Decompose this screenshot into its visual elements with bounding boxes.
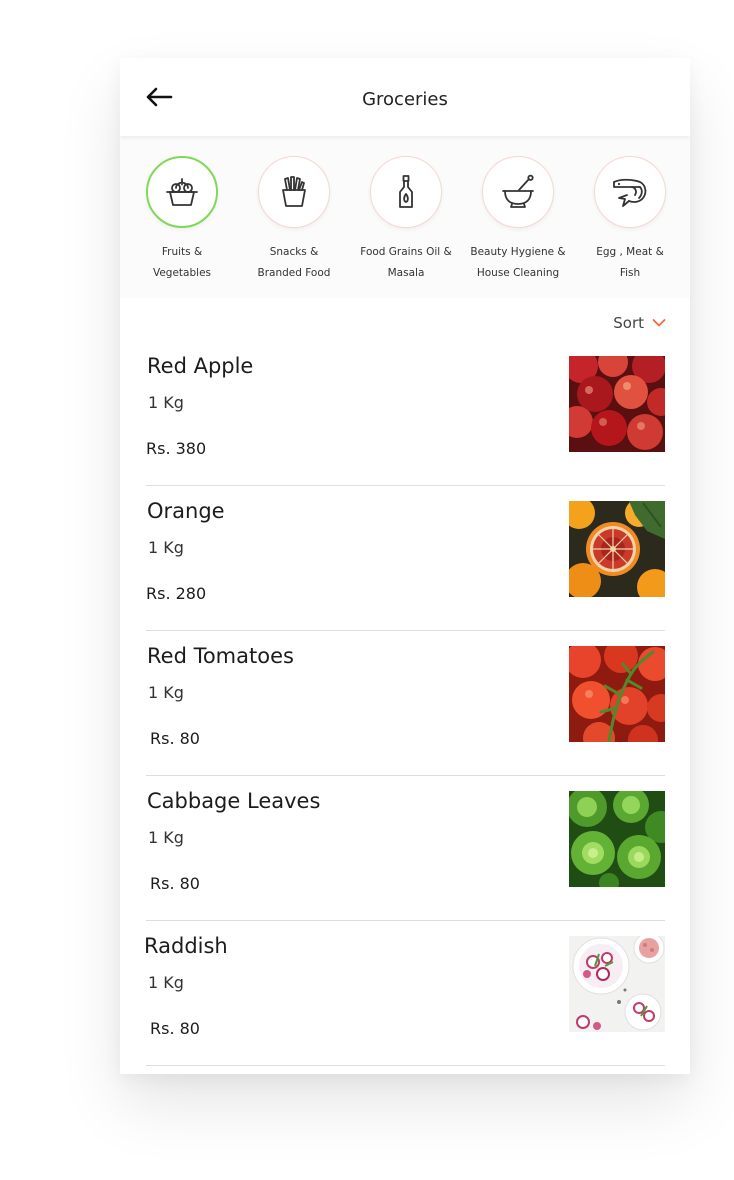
product-name: Red Apple — [147, 354, 254, 378]
category-label: Food Grains Oil & Masala — [360, 246, 452, 279]
product-name: Cabbage Leaves — [147, 789, 321, 813]
product-price: Rs. 80 — [150, 874, 200, 893]
category-icon-circle — [258, 156, 330, 228]
product-item-orange[interactable]: Orange 1 Kg Rs. 280 — [146, 486, 665, 631]
radish-image — [569, 936, 665, 1032]
category-label: Fruits & Vegetables — [152, 246, 212, 279]
top-bar: Groceries — [120, 58, 690, 136]
sort-button[interactable]: Sort — [613, 314, 666, 332]
category-label: Egg , Meat & Fish — [596, 246, 664, 279]
product-item-cabbage-leaves[interactable]: Cabbage Leaves 1 Kg Rs. 80 — [146, 776, 665, 921]
product-quantity: 1 Kg — [148, 538, 184, 557]
product-quantity: 1 Kg — [148, 393, 184, 412]
product-quantity: 1 Kg — [148, 973, 184, 992]
category-label: Beauty Hygiene & House Cleaning — [470, 246, 566, 279]
product-quantity: 1 Kg — [148, 683, 184, 702]
oil-bottle-icon — [399, 175, 413, 208]
page: Groceries Fruits & Vegetables Snacks & B… — [0, 0, 734, 1180]
product-quantity: 1 Kg — [148, 828, 184, 847]
product-price: Rs. 80 — [150, 1019, 200, 1038]
red-apples-image — [569, 356, 665, 452]
product-name: Orange — [147, 499, 225, 523]
sort-label: Sort — [613, 314, 644, 332]
category-egg-meat-fish[interactable]: Egg , Meat & Fish — [575, 156, 685, 284]
mortar-pestle-icon — [502, 174, 534, 208]
lettuce-image — [569, 791, 665, 887]
product-item-red-tomatoes[interactable]: Red Tomatoes 1 Kg Rs. 80 — [146, 631, 665, 776]
chevron-down-icon — [652, 319, 666, 327]
category-label: Snacks & Branded Food — [257, 246, 331, 279]
product-price: Rs. 380 — [146, 439, 207, 458]
app-screen: Groceries Fruits & Vegetables Snacks & B… — [120, 58, 690, 1074]
product-list: Red Apple 1 Kg Rs. 380 Orange 1 Kg Rs. 2… — [144, 341, 665, 1066]
category-strip: Fruits & Vegetables Snacks & Branded Foo… — [120, 138, 690, 298]
product-item-raddish[interactable]: Raddish 1 Kg Rs. 80 — [144, 921, 665, 1066]
tomatoes-image — [569, 646, 665, 742]
fruit-basket-icon — [166, 178, 198, 206]
category-beauty-hygiene-house-cleaning[interactable]: Beauty Hygiene & House Cleaning — [463, 156, 573, 284]
fries-icon — [282, 176, 306, 207]
category-snacks-branded-food[interactable]: Snacks & Branded Food — [239, 156, 349, 284]
shrimp-icon — [613, 178, 647, 207]
category-food-grains-oil-masala[interactable]: Food Grains Oil & Masala — [351, 156, 461, 284]
category-icon-circle — [146, 156, 218, 228]
oranges-image — [569, 501, 665, 597]
product-price: Rs. 80 — [150, 729, 200, 748]
category-icon-circle — [594, 156, 666, 228]
page-title: Groceries — [362, 89, 448, 110]
category-icon-circle — [370, 156, 442, 228]
product-name: Raddish — [144, 934, 228, 958]
category-fruits-vegetables[interactable]: Fruits & Vegetables — [127, 156, 237, 284]
product-item-red-apple[interactable]: Red Apple 1 Kg Rs. 380 — [146, 341, 665, 486]
category-icon-circle — [482, 156, 554, 228]
product-name: Red Tomatoes — [147, 644, 294, 668]
product-price: Rs. 280 — [146, 584, 207, 603]
